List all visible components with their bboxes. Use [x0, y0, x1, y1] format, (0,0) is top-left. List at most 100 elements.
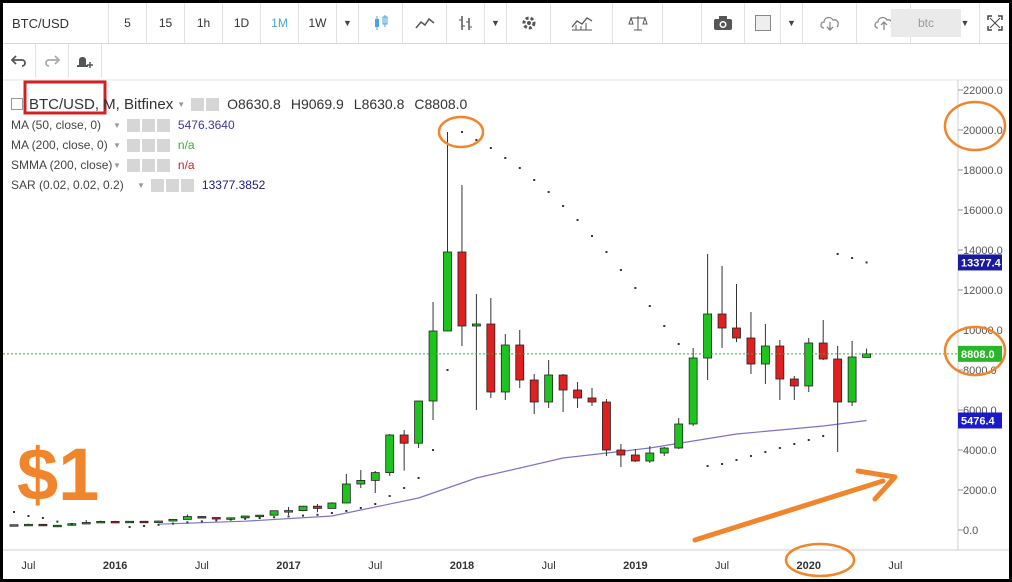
chevron-down-icon[interactable]: ▼: [177, 100, 185, 109]
candle[interactable]: [168, 518, 178, 522]
candle[interactable]: [24, 523, 33, 527]
indicator-label[interactable]: MA (200, close, 0): [11, 138, 109, 152]
eye-icon[interactable]: [126, 118, 140, 132]
close-icon[interactable]: [156, 158, 170, 172]
candle[interactable]: [630, 449, 640, 462]
sar-dot: [749, 455, 752, 457]
gear-icon[interactable]: [165, 178, 179, 192]
chevron-down-icon[interactable]: ▼: [137, 181, 145, 190]
sar-dot: [778, 447, 781, 449]
candle[interactable]: [370, 471, 380, 493]
candle-body: [544, 374, 554, 403]
candle[interactable]: [52, 524, 62, 528]
candle[interactable]: [81, 520, 91, 525]
close-icon[interactable]: [156, 138, 170, 152]
candle[interactable]: [674, 418, 684, 449]
indicator-label[interactable]: SAR (0.02, 0.02, 0.2): [11, 178, 133, 192]
chevron-down-icon[interactable]: ▼: [113, 161, 121, 170]
sar-dot: [200, 520, 203, 523]
candle[interactable]: [356, 470, 366, 488]
candle[interactable]: [529, 374, 539, 414]
candle[interactable]: [197, 516, 207, 519]
candle[interactable]: [414, 400, 424, 448]
candle[interactable]: [515, 330, 525, 388]
candle[interactable]: [110, 520, 120, 524]
close-icon[interactable]: [180, 178, 194, 192]
candle[interactable]: [659, 447, 669, 456]
candle[interactable]: [182, 514, 192, 520]
candle[interactable]: [775, 340, 785, 400]
chevron-down-icon[interactable]: ▼: [113, 141, 121, 150]
candle[interactable]: [602, 399, 611, 456]
sar-dot: [244, 517, 247, 520]
candle[interactable]: [688, 348, 698, 426]
legend-symbol[interactable]: BTC/USD: [29, 96, 95, 113]
legend-indicator-sar: SAR (0.02, 0.02, 0.2) ▼ 13377.3852: [11, 175, 477, 195]
chevron-down-icon[interactable]: ▼: [113, 121, 121, 130]
candle[interactable]: [616, 444, 626, 467]
candle[interactable]: [746, 312, 756, 374]
candle[interactable]: [9, 524, 19, 527]
candle[interactable]: [399, 430, 409, 471]
candle[interactable]: [789, 376, 799, 400]
time-tick-label: 2017: [276, 560, 300, 572]
candle[interactable]: [313, 504, 322, 513]
indicator-buttons: [126, 118, 170, 132]
candle[interactable]: [211, 517, 221, 520]
price-chart[interactable]: 0.02000.04000.06000.08000.010000.012000.…: [3, 3, 1009, 579]
candle[interactable]: [284, 507, 293, 515]
candle[interactable]: [96, 520, 106, 524]
gear-icon[interactable]: [141, 118, 155, 132]
sar-dot: [258, 517, 261, 519]
price-label-sar-text: 13377.4: [961, 257, 1002, 269]
candle[interactable]: [125, 520, 134, 524]
gear-icon[interactable]: [141, 158, 155, 172]
candle[interactable]: [587, 388, 597, 406]
candle[interactable]: [385, 434, 395, 476]
candle[interactable]: [833, 346, 843, 452]
price-label-last-text: 8808.0: [961, 349, 995, 361]
candle[interactable]: [558, 374, 568, 412]
eye-icon[interactable]: [126, 138, 140, 152]
candle[interactable]: [544, 360, 554, 408]
candle[interactable]: [500, 334, 510, 400]
time-tick-label: Jul: [21, 560, 35, 572]
candle[interactable]: [804, 338, 814, 392]
candle[interactable]: [862, 348, 871, 358]
candle[interactable]: [486, 298, 496, 398]
eye-icon[interactable]: [191, 97, 205, 111]
close-icon[interactable]: [156, 118, 170, 132]
candle[interactable]: [341, 474, 351, 504]
candle-body: [500, 344, 510, 393]
time-tick-label: Jul: [368, 560, 382, 572]
legend-close: C8808.0: [414, 96, 468, 112]
indicator-label[interactable]: MA (50, close, 0): [11, 118, 109, 132]
candle[interactable]: [327, 502, 337, 509]
candle[interactable]: [269, 510, 279, 516]
indicator-label[interactable]: SMMA (200, close): [11, 158, 112, 172]
candle[interactable]: [471, 294, 481, 410]
candle[interactable]: [703, 254, 712, 380]
candle[interactable]: [240, 515, 250, 519]
eye-icon[interactable]: [150, 178, 164, 192]
candle[interactable]: [38, 523, 48, 527]
gear-icon[interactable]: [141, 138, 155, 152]
candle[interactable]: [847, 341, 857, 406]
gear-icon[interactable]: [206, 97, 220, 111]
candle[interactable]: [139, 520, 149, 524]
candle-body: [443, 251, 452, 332]
eye-icon[interactable]: [126, 158, 140, 172]
candle[interactable]: [154, 520, 163, 523]
candle-body: [81, 522, 91, 525]
candle[interactable]: [255, 514, 265, 518]
sar-dot: [547, 191, 550, 193]
candle-body: [341, 483, 351, 504]
candle[interactable]: [732, 284, 741, 342]
candle[interactable]: [573, 382, 582, 408]
candle[interactable]: [457, 185, 467, 346]
candle[interactable]: [717, 266, 727, 348]
sar-dot: [576, 219, 579, 221]
candle[interactable]: [428, 302, 438, 420]
candle[interactable]: [298, 505, 308, 512]
collapse-icon[interactable]: [11, 98, 23, 110]
